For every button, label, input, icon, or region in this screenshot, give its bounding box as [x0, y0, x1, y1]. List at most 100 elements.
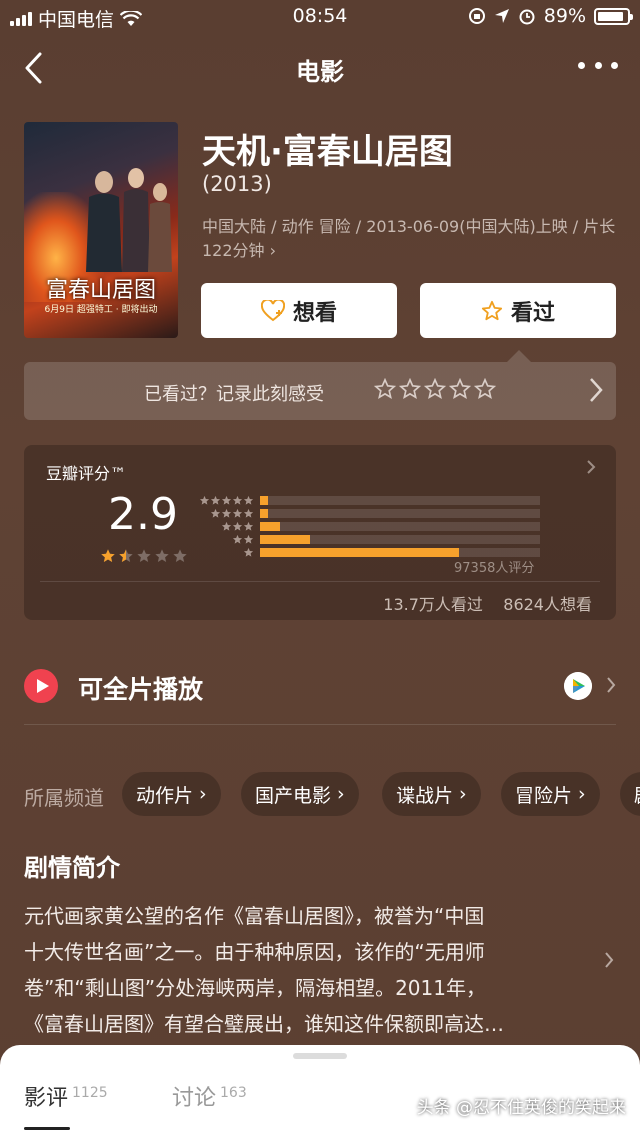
- star-empty-icon: [243, 508, 254, 518]
- rating-bar-track: [260, 548, 540, 557]
- star-empty-icon: [221, 521, 232, 531]
- rating-bar-stars: [196, 547, 254, 558]
- channel-chip-label: 冒险片: [515, 784, 573, 807]
- synopsis-body[interactable]: 元代画家黄公望的名作《富春山居图》，被誉为“中国 十大传世名画”之一。由于种种原…: [24, 898, 584, 1042]
- rating-bar-fill: [260, 522, 280, 531]
- synopsis-title: 剧情简介: [24, 854, 120, 882]
- channel-chip-label: 国产电影: [255, 784, 332, 807]
- rating-bar-stars: [196, 521, 254, 532]
- synopsis-line: 《富春山居图》有望合璧展出，谁知这件保额即高达…: [24, 1012, 504, 1036]
- chevron-right-icon: ›: [199, 783, 207, 805]
- star-outline-icon[interactable]: [424, 378, 446, 400]
- movie-year: (2013): [202, 172, 272, 196]
- status-bar: 中国电信 08:54 89%: [0, 0, 640, 34]
- battery-icon: [594, 7, 633, 25]
- star-outline-icon[interactable]: [399, 378, 421, 400]
- poster-subtitle-text: 6月9日 超强特工 · 即将出动: [44, 305, 158, 315]
- channel-chip-label: 谍战片: [396, 784, 454, 807]
- rating-bar-track: [260, 535, 540, 544]
- tab-discussion[interactable]: 讨论 163: [172, 1080, 247, 1112]
- want-to-watch-button[interactable]: 想看: [201, 283, 397, 338]
- chevron-right-icon: ›: [578, 783, 586, 805]
- poster-figures: [86, 168, 172, 272]
- status-right: 89%: [468, 5, 633, 27]
- location-icon: [494, 9, 509, 23]
- play-label: 可全片播放: [78, 675, 204, 704]
- nav-bar: 电影: [0, 40, 640, 96]
- star-outline-icon[interactable]: [449, 378, 471, 400]
- star-empty-icon: [210, 495, 221, 505]
- record-stars[interactable]: [374, 378, 496, 400]
- star-empty-icon: [232, 534, 243, 544]
- rating-divider: [40, 581, 600, 582]
- tab-reviews[interactable]: 影评 1125: [24, 1080, 108, 1112]
- alarm-icon: [519, 9, 535, 25]
- channels-row: 所属频道 动作片› 国产电影› 谍战片› 冒险片› 剧: [24, 772, 640, 816]
- battery-percent: 89%: [543, 5, 586, 27]
- channel-chip-label: 剧: [634, 781, 640, 808]
- bottom-sheet: 影评 1125 讨论 163: [0, 1045, 640, 1138]
- star-empty-icon: [232, 495, 243, 505]
- rating-bar-stars: [196, 534, 254, 545]
- tab-reviews-count: 1125: [72, 1084, 108, 1101]
- sheet-drag-handle[interactable]: [293, 1053, 347, 1059]
- rating-bar-row: [196, 507, 540, 520]
- star-half-icon: [119, 549, 133, 562]
- channel-chip[interactable]: 国产电影 ›: [241, 772, 359, 816]
- chevron-right-icon: [590, 378, 603, 402]
- channel-chip[interactable]: 动作片 ›: [122, 772, 221, 816]
- rating-bar-row: [196, 520, 540, 533]
- watched-count: 13.7万人看过: [383, 595, 483, 614]
- movie-poster[interactable]: 富春山居图 6月9日 超强特工 · 即将出动: [24, 122, 178, 338]
- rating-bar-fill: [260, 535, 311, 544]
- movie-meta[interactable]: 中国大陆 / 动作 冒险 / 2013-06-09(中国大陆)上映 / 片长12…: [202, 215, 616, 263]
- tab-discussion-label: 讨论: [172, 1086, 217, 1111]
- heart-plus-icon: [260, 299, 285, 321]
- rating-bar-stars: [196, 508, 254, 519]
- channel-chip[interactable]: 冒险片 ›: [501, 772, 600, 816]
- seen-button-label: 看过: [510, 300, 555, 326]
- rating-bar-stars: [196, 495, 254, 506]
- tab-discussion-count: 163: [220, 1084, 247, 1101]
- rating-bar-row: [196, 533, 540, 546]
- star-empty-icon: [243, 534, 254, 544]
- record-feeling-bar[interactable]: 已看过？记录此刻感受: [24, 350, 616, 420]
- record-prompt: 已看过？记录此刻感受: [144, 384, 324, 405]
- synopsis-line: 元代画家黄公望的名作《富春山居图》，被誉为“中国: [24, 904, 485, 928]
- rating-bar-track: [260, 496, 540, 505]
- seen-button[interactable]: 看过: [420, 283, 616, 338]
- star-empty-icon: [243, 547, 254, 557]
- channel-chip[interactable]: 谍战片 ›: [382, 772, 481, 816]
- star-empty-icon: [243, 495, 254, 505]
- more-options-icon[interactable]: [578, 50, 618, 80]
- channel-chip[interactable]: 剧: [620, 772, 640, 816]
- star-empty-icon: [199, 495, 210, 505]
- page-title: 电影: [296, 58, 344, 86]
- play-full-movie-row[interactable]: 可全片播放: [24, 660, 616, 712]
- watermark: 头条 @忍不住英俊的笑起来: [416, 1098, 626, 1118]
- chevron-right-icon[interactable]: [604, 951, 614, 969]
- rating-bar-fill: [260, 548, 459, 557]
- want-button-label: 想看: [292, 300, 337, 326]
- star-empty-icon: [243, 521, 254, 531]
- star-empty-icon: [155, 549, 169, 562]
- rating-card[interactable]: 豆瓣评分™ 2.9 97358人评分 13.7万人看过 8624人想看: [24, 445, 616, 620]
- want-count: 8624人想看: [503, 595, 592, 614]
- rating-score: 2.9: [108, 489, 178, 540]
- poster-title-text: 富春山居图: [45, 278, 156, 303]
- rotation-lock-icon: [468, 8, 485, 24]
- rating-bar-row: [196, 494, 540, 507]
- synopsis-line: 十大传世名画”之一。由于种种原因，该作的“无用师: [24, 940, 485, 964]
- star-filled-icon: [101, 549, 115, 562]
- star-empty-icon: [173, 549, 187, 562]
- channel-chip-label: 动作片: [136, 784, 194, 807]
- star-empty-icon: [221, 495, 232, 505]
- movie-title: 天机·富春山居图: [202, 132, 453, 172]
- battery-fill: [598, 11, 623, 21]
- star-outline-icon[interactable]: [474, 378, 496, 400]
- rating-distribution: [196, 494, 540, 559]
- star-empty-icon: [210, 508, 221, 518]
- video-source-icon: [564, 672, 592, 700]
- star-outline-icon[interactable]: [374, 378, 396, 400]
- synopsis-line: 卷”和“剩山图”分处海峡两岸，隔海相望。2011年，: [24, 976, 486, 1000]
